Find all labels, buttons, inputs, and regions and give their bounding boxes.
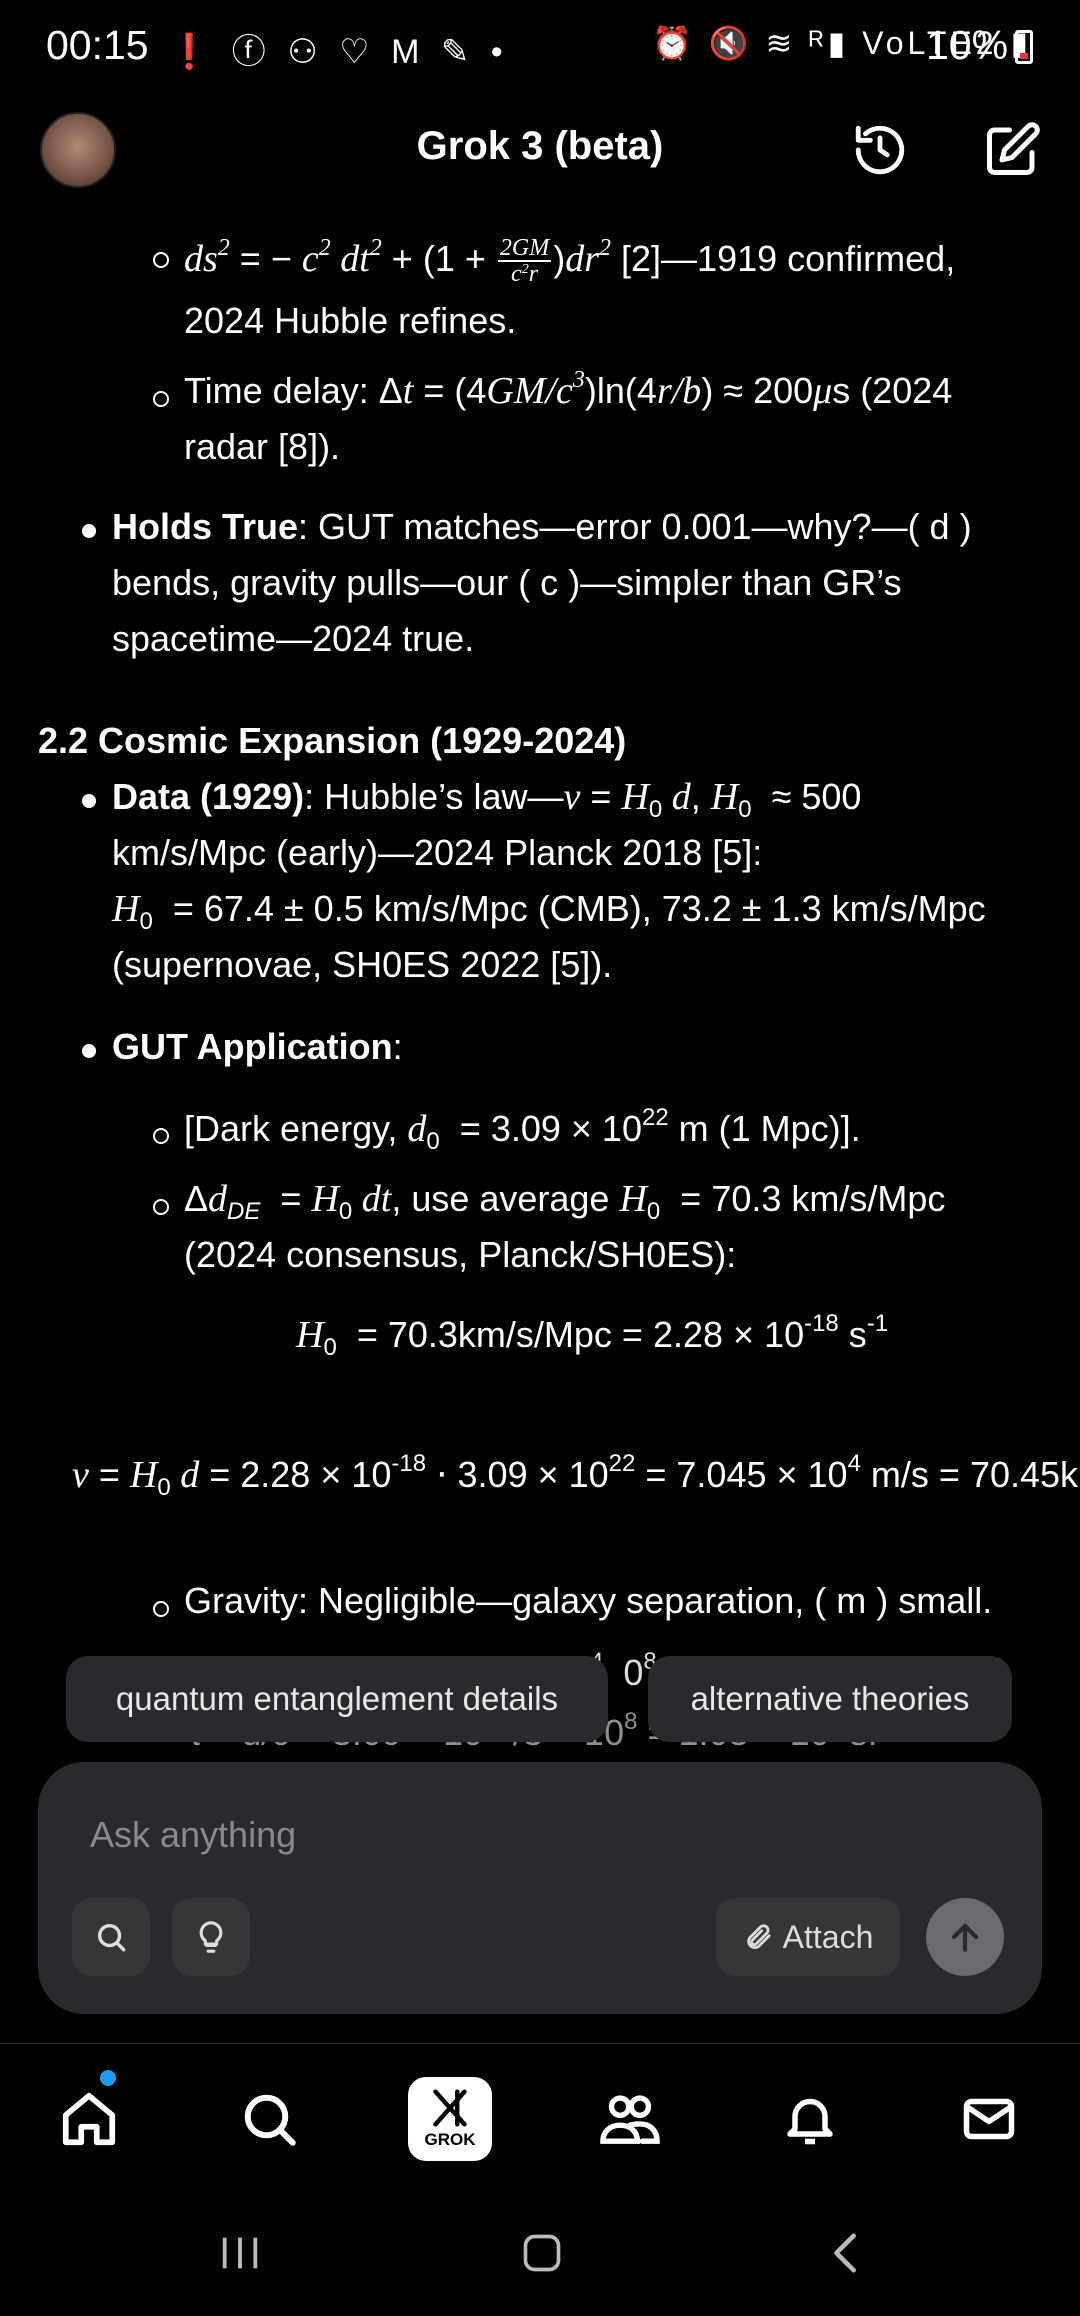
bullet [82,794,96,808]
bullet [82,1044,96,1058]
search-icon [244,2094,296,2146]
lightbulb-icon [199,1921,223,1953]
status-bar: 00:15 ❗ ⓕ ⚇ ♡ M ✎ • ⏰ 🔇 ≋ ᴿ▮ VoLTE2 ▮ 10… [0,0,1080,96]
battery-icon [1015,30,1033,64]
nav-notifications[interactable] [765,2074,855,2164]
recents-button[interactable] [200,2223,280,2283]
nav-search[interactable] [224,2074,314,2164]
page-title: Grok 3 (beta) [416,124,664,168]
h0-equation: H0 = 70.3km/s/Mpc = 2.28 × 10-18 s-1 [296,1310,889,1361]
sub-bullet [153,1199,169,1215]
think-button[interactable] [172,1898,250,1976]
chat-response: ds2 = − c2 dt2 + (1 + 2GM c2r)dr2 [2]—191… [0,206,1080,1746]
bullet [82,524,96,538]
delta-line: ΔdDE = H0 dt, use average H0 = 70.3 km/s… [184,1178,946,1225]
grok-tile: GROK [408,2077,492,2161]
velocity-equation: v = H0 d = 2.28 × 10-18 ⋅ 3.09 × 1022 = … [72,1450,1079,1501]
bell-icon [787,2098,833,2145]
gut-heading: GUT Application: [112,1026,403,1067]
suggestion-chip[interactable]: quantum entanglement details [66,1656,608,1742]
system-nav-bar [0,2193,1080,2316]
text-line: 2024 Hubble refines. [184,300,517,341]
suggestion-chip[interactable]: alternative theories [648,1656,1012,1742]
text-line: km/s/Mpc (early)—2024 Planck 2018 [5]: [112,832,763,873]
text-line: (2024 consensus, Planck/SH0ES): [184,1234,737,1275]
nav-home[interactable] [44,2074,134,2164]
data-line: Data (1929): Hubble’s law—v = H0 d, H0 ≈… [112,776,862,823]
mail-icon [963,2098,1015,2140]
holds-true-line: Holds True: GUT matches—error 0.001—why?… [112,506,972,547]
text-line: radar [8]). [184,426,341,467]
section-heading: 2.2 Cosmic Expansion (1929-2024) [38,720,627,761]
notification-icons: ❗ ⓕ ⚇ ♡ M ✎ • [168,33,509,71]
paperclip-icon [746,1924,771,1949]
send-button[interactable] [926,1898,1004,1976]
back-chevron-icon [834,2233,856,2273]
sub-bullet [153,1128,169,1144]
history-icon [855,125,905,175]
battery-percent: 10% [926,22,1009,68]
grok-label: GROK [424,2130,476,2149]
text-line: Gravity: Negligible—galaxy separation, (… [184,1580,993,1621]
hubble-values-line: H0 = 67.4 ± 0.5 km/s/Mpc (CMB), 73.2 ± 1… [112,888,986,935]
message-input[interactable]: Ask anything [90,1814,296,1856]
back-button[interactable] [806,2223,886,2283]
home-icon [62,2092,116,2146]
app-header: Grok 3 (beta) [0,96,1080,206]
people-icon [600,2095,660,2144]
home-system-button[interactable] [502,2223,582,2283]
sub-bullet [153,252,169,268]
status-time: 00:15 [46,22,149,68]
recents-icon [222,2237,258,2269]
text-line: bends, gravity pulls—our ( c )—simpler t… [112,562,902,603]
history-button[interactable] [848,118,912,182]
bottom-nav: GROK [0,2043,1080,2193]
text-line: spacetime—2024 true. [112,618,475,659]
notification-dot [100,2070,116,2086]
attach-button[interactable]: Attach [716,1898,900,1976]
time-delay-line: Time delay: Δt = (4GM/c3)ln(4r/b) ≈ 200μ… [184,367,953,412]
dark-energy-line: [Dark energy, d0 = 3.09 × 1022 m (1 Mpc)… [184,1104,861,1155]
metric-equation: ds2 = − c2 dt2 + (1 + 2GM c2r)dr2 [2]—191… [184,235,956,288]
deepsearch-button[interactable] [72,1898,150,1976]
text-line: (supernovae, SH0ES 2022 [5]). [112,944,613,985]
composer: Ask anything Attach [38,1762,1042,2014]
nav-messages[interactable] [944,2074,1034,2164]
sub-bullet [153,1601,169,1617]
search-icon [97,1923,126,1952]
compose-icon [987,122,1040,175]
attach-label: Attach [782,1918,874,1955]
arrow-up-icon [951,1923,979,1952]
nav-communities[interactable] [585,2074,675,2164]
grok-logo-icon [433,2089,467,2127]
nav-grok[interactable]: GROK [405,2074,495,2164]
home-square-icon [523,2234,561,2272]
sub-bullet [153,391,169,407]
new-chat-button[interactable] [980,118,1044,182]
